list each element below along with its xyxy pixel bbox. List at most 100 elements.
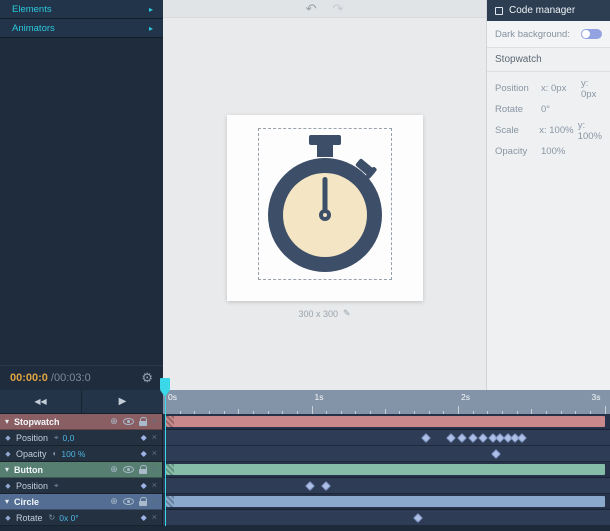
move-icon[interactable]: ⊕ [110, 464, 118, 475]
ruler-tick [312, 406, 313, 414]
edit-size-icon[interactable]: ✎ [343, 308, 351, 319]
left-sidebar: Elements ▸ Animators ▸ 00:00:0 / 00:03:0… [0, 0, 163, 390]
stopwatch-graphic [263, 133, 387, 275]
eye-icon[interactable] [123, 418, 134, 425]
property-value-y: y: 0px [581, 78, 602, 100]
move-icon[interactable]: ⊕ [110, 416, 118, 427]
keyframe-diamond[interactable] [491, 449, 501, 459]
play-button[interactable]: ▶ [81, 390, 163, 413]
ruler-tick [458, 406, 459, 414]
property-track[interactable] [163, 446, 610, 462]
chevron-right-icon: ▸ [149, 24, 153, 33]
undo-icon[interactable]: ↶ [306, 2, 317, 15]
timeline-body: ▾Stopwatch⊕×◆Position⌖0,0◆×◆Opacity◐100 … [0, 414, 610, 526]
position-icon: ⌖ [54, 481, 59, 491]
keyframe-diamond[interactable] [413, 513, 423, 523]
keyframe-diamond[interactable] [468, 433, 478, 443]
collapse-icon[interactable]: ▾ [0, 465, 14, 474]
close-icon[interactable]: × [152, 433, 157, 442]
timeline-track-bar[interactable] [165, 416, 605, 427]
property-value[interactable]: 0,0 [63, 433, 75, 443]
layer-label[interactable]: ▾Stopwatch⊕× [0, 414, 163, 430]
ruler-tick [605, 406, 606, 414]
keyframe-bullet-icon: ◆ [0, 434, 16, 442]
total-time: 00:03:0 [54, 372, 91, 384]
code-manager-button[interactable]: Code manager [487, 0, 610, 21]
sidebar-item-elements[interactable]: Elements ▸ [0, 0, 163, 19]
lock-icon[interactable] [139, 465, 147, 474]
keyframe-diamond[interactable] [321, 481, 331, 491]
move-icon[interactable]: ⊕ [110, 496, 118, 507]
property-name: Opacity [16, 449, 47, 459]
property-label-row[interactable]: ◆Opacity◐100 %◆× [0, 446, 163, 462]
add-keyframe-icon[interactable]: ◆ [141, 449, 147, 458]
keyframe-diamond[interactable] [446, 433, 456, 443]
sidebar-item-animators[interactable]: Animators ▸ [0, 19, 163, 38]
property-value[interactable]: 100 % [61, 449, 85, 459]
property-value: 100% [541, 146, 581, 157]
add-keyframe-icon[interactable]: ◆ [141, 513, 147, 522]
close-icon[interactable]: × [152, 497, 157, 506]
eye-icon[interactable] [123, 466, 134, 473]
keyframe-diamond[interactable] [457, 433, 467, 443]
lock-icon[interactable] [139, 497, 147, 506]
eye-icon[interactable] [123, 498, 134, 505]
property-name: Position [16, 433, 48, 443]
dark-background-row: Dark background: [487, 21, 610, 48]
property-value[interactable]: 0x 0° [59, 513, 78, 523]
close-icon[interactable]: × [152, 513, 157, 522]
timeline-row-stopwatch: ▾Stopwatch⊕× [0, 414, 610, 430]
keyframe-bullet-icon: ◆ [0, 482, 16, 490]
property-row-position: Position x: 0px y: 0px [495, 78, 602, 99]
dark-background-label: Dark background: [495, 29, 570, 40]
artboard[interactable] [227, 115, 423, 301]
close-icon[interactable]: × [152, 481, 157, 490]
timeline-row-opacity: ◆Opacity◐100 %◆× [0, 446, 610, 462]
keyframe-diamond[interactable] [421, 433, 431, 443]
property-label-row[interactable]: ◆Position⌖0,0◆× [0, 430, 163, 446]
collapse-icon[interactable]: ▾ [0, 417, 14, 426]
gear-icon[interactable]: ⚙ [141, 370, 153, 386]
ruler-label: 2s [461, 392, 470, 402]
layer-track[interactable] [163, 414, 610, 430]
stopwatch-selection[interactable] [258, 128, 392, 280]
property-label-row[interactable]: ◆Rotate↻0x 0°◆× [0, 510, 163, 526]
chevron-right-icon: ▸ [149, 5, 153, 14]
dark-background-toggle[interactable] [581, 29, 602, 39]
canvas-toolbar: ↶ ↷ [163, 0, 486, 18]
add-keyframe-icon[interactable]: ◆ [141, 433, 147, 442]
keyframe-bullet-icon: ◆ [0, 450, 16, 458]
layer-track[interactable] [163, 494, 610, 510]
timeline-track-bar[interactable] [165, 496, 605, 507]
keyframe-diamond[interactable] [305, 481, 315, 491]
property-track[interactable] [163, 430, 610, 446]
property-track[interactable] [163, 510, 610, 526]
playhead-marker[interactable] [160, 378, 170, 397]
current-time: 00:00:0 [10, 372, 48, 384]
property-label: Rotate [495, 104, 541, 115]
time-display: 00:00:0 / 00:03:0 ⚙ [0, 365, 163, 390]
keyframe-diamond[interactable] [518, 433, 528, 443]
timeline-row-button: ▾Button⊕× [0, 462, 610, 478]
layer-track[interactable] [163, 462, 610, 478]
property-track[interactable] [163, 478, 610, 494]
rewind-button[interactable]: ◀◀ [0, 390, 81, 413]
lock-icon[interactable] [139, 417, 147, 426]
redo-icon[interactable]: ↷ [333, 2, 344, 15]
add-keyframe-icon[interactable]: ◆ [141, 481, 147, 490]
timeline-row-circle: ▾Circle⊕× [0, 494, 610, 510]
keyframe-diamond[interactable] [478, 433, 488, 443]
property-label-row[interactable]: ◆Position⌖◆× [0, 478, 163, 494]
close-icon[interactable]: × [152, 449, 157, 458]
close-icon[interactable]: × [152, 417, 157, 426]
layer-label[interactable]: ▾Circle⊕× [0, 494, 163, 510]
timeline-track-bar[interactable] [165, 464, 605, 475]
close-icon[interactable]: × [152, 465, 157, 474]
keyframe-bullet-icon: ◆ [0, 514, 16, 522]
timeline-ruler[interactable]: 0s1s2s3s [163, 390, 610, 414]
collapse-icon[interactable]: ▾ [0, 497, 14, 506]
code-manager-icon [495, 7, 503, 15]
canvas-area[interactable]: ↶ ↷ [163, 0, 487, 390]
layer-label[interactable]: ▾Button⊕× [0, 462, 163, 478]
playhead-line [165, 397, 166, 526]
